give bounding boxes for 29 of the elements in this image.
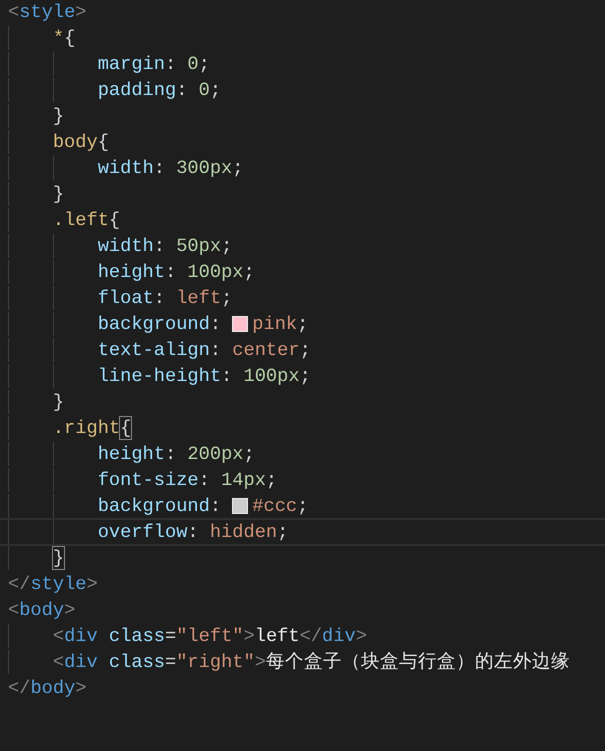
code-text: height: 200px; [98,442,255,466]
code-text: width: 300px; [98,156,244,180]
code-text: float: left; [98,286,232,310]
code-text: line-height: 100px; [98,364,311,388]
code-text: } [52,182,64,206]
code-text: font-size: 14px; [98,468,278,492]
code-text: #ccc; [252,494,308,518]
code-text: height: 100px; [98,260,255,284]
code-text: <div class="left">left</div> [52,624,367,648]
code-text: } [52,390,64,414]
code-text: <style> [8,0,87,24]
code-text: } [52,104,64,128]
code-text: </body> [8,676,87,700]
code-text: overflow: hidden; [98,520,288,544]
code-text: } [52,546,64,570]
code-text: padding: 0; [98,78,222,102]
code-text: width: 50px; [98,234,232,258]
code-text: .left{ [52,208,120,232]
code-text: margin: 0; [98,52,210,76]
code-text: background: [98,312,222,336]
code-text: background: [98,494,222,518]
code-text: *{ [52,26,76,50]
code-text: <body> [8,598,76,622]
code-text: </style> [8,572,98,596]
code-text: <div class="right">每个盒子（块盒与行盒）的左外边缘 [52,650,570,674]
code-text: body{ [52,130,109,154]
code-text: text-align: center; [98,338,311,362]
code-text: pink; [252,312,308,336]
code-text: .right{ [52,416,132,440]
